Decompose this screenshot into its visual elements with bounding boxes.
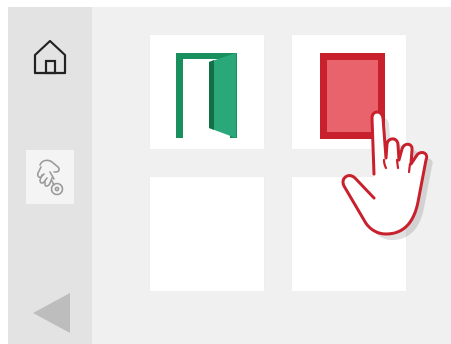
open-door-icon — [176, 53, 237, 138]
home-button[interactable] — [28, 35, 72, 79]
sidebar — [8, 7, 92, 344]
hand-key-icon — [36, 159, 64, 196]
closed-door-icon — [320, 53, 385, 139]
back-button[interactable] — [30, 289, 72, 337]
back-arrow-icon — [33, 293, 70, 333]
assist-button[interactable] — [26, 150, 74, 204]
tile-closed-door[interactable] — [292, 35, 406, 149]
tile-empty[interactable] — [292, 177, 406, 291]
home-icon — [33, 39, 67, 75]
tile-empty[interactable] — [150, 177, 264, 291]
app-window — [8, 7, 451, 344]
tile-open-door[interactable] — [150, 35, 264, 149]
